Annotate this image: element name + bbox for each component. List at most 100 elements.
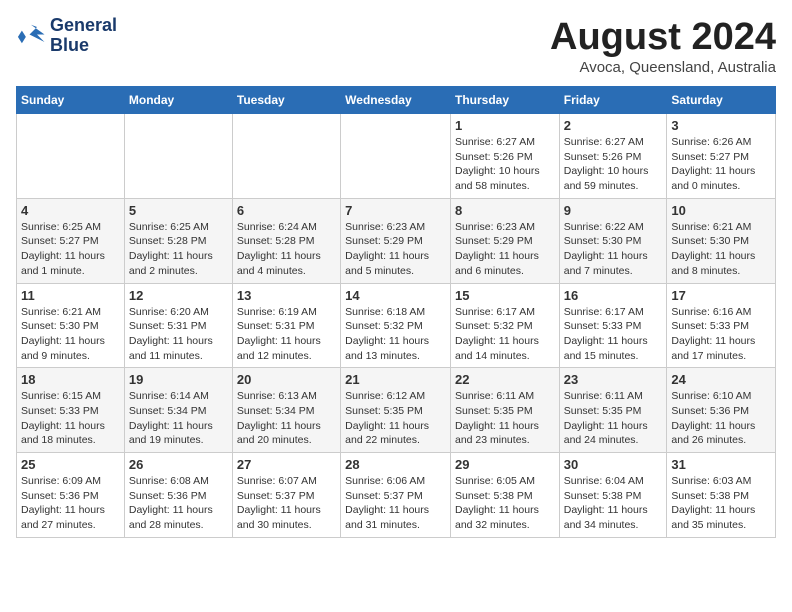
cell-info: Daylight: 11 hours and 6 minutes. (455, 249, 555, 278)
cell-info: Sunrise: 6:14 AM (129, 389, 228, 404)
cell-info: Daylight: 11 hours and 11 minutes. (129, 334, 228, 363)
cell-info: Sunset: 5:37 PM (237, 489, 336, 504)
day-number: 12 (129, 288, 228, 303)
cell-info: Daylight: 10 hours and 59 minutes. (564, 164, 663, 193)
cell-info: Daylight: 11 hours and 0 minutes. (671, 164, 771, 193)
calendar-cell: 25Sunrise: 6:09 AMSunset: 5:36 PMDayligh… (17, 453, 125, 538)
cell-info: Sunset: 5:33 PM (671, 319, 771, 334)
calendar-cell: 5Sunrise: 6:25 AMSunset: 5:28 PMDaylight… (124, 198, 232, 283)
cell-info: Sunset: 5:28 PM (237, 234, 336, 249)
cell-info: Sunrise: 6:25 AM (21, 220, 120, 235)
day-number: 9 (564, 203, 663, 218)
week-row-1: 1Sunrise: 6:27 AMSunset: 5:26 PMDaylight… (17, 114, 776, 199)
calendar-cell (232, 114, 340, 199)
cell-info: Sunrise: 6:26 AM (671, 135, 771, 150)
day-number: 20 (237, 372, 336, 387)
logo: ⬧ General Blue (16, 16, 117, 56)
cell-info: Daylight: 11 hours and 14 minutes. (455, 334, 555, 363)
cell-info: Daylight: 11 hours and 5 minutes. (345, 249, 446, 278)
cell-info: Sunset: 5:32 PM (455, 319, 555, 334)
cell-info: Sunrise: 6:05 AM (455, 474, 555, 489)
cell-info: Sunrise: 6:21 AM (21, 305, 120, 320)
cell-info: Daylight: 11 hours and 17 minutes. (671, 334, 771, 363)
weekday-header-row: SundayMondayTuesdayWednesdayThursdayFrid… (17, 87, 776, 114)
cell-info: Daylight: 11 hours and 28 minutes. (129, 503, 228, 532)
cell-info: Sunset: 5:30 PM (21, 319, 120, 334)
calendar-cell (341, 114, 451, 199)
logo-line2: Blue (50, 36, 117, 56)
day-number: 3 (671, 118, 771, 133)
cell-info: Daylight: 11 hours and 32 minutes. (455, 503, 555, 532)
day-number: 15 (455, 288, 555, 303)
day-number: 19 (129, 372, 228, 387)
cell-info: Sunrise: 6:11 AM (564, 389, 663, 404)
cell-info: Sunset: 5:27 PM (21, 234, 120, 249)
calendar-cell: 16Sunrise: 6:17 AMSunset: 5:33 PMDayligh… (559, 283, 667, 368)
cell-info: Sunset: 5:27 PM (671, 150, 771, 165)
calendar-cell: 19Sunrise: 6:14 AMSunset: 5:34 PMDayligh… (124, 368, 232, 453)
calendar-cell (17, 114, 125, 199)
calendar-cell: 2Sunrise: 6:27 AMSunset: 5:26 PMDaylight… (559, 114, 667, 199)
calendar-cell: 3 Sunrise: 6:26 AMSunset: 5:27 PMDaylight… (667, 114, 776, 199)
day-number: 23 (564, 372, 663, 387)
cell-info: Daylight: 11 hours and 12 minutes. (237, 334, 336, 363)
calendar-cell: 28Sunrise: 6:06 AMSunset: 5:37 PMDayligh… (341, 453, 451, 538)
cell-info: Sunset: 5:36 PM (129, 489, 228, 504)
cell-info: Sunrise: 6:13 AM (237, 389, 336, 404)
cell-info: Sunrise: 6:27 AM (455, 135, 555, 150)
day-number: 7 (345, 203, 446, 218)
cell-info: Daylight: 11 hours and 24 minutes. (564, 419, 663, 448)
cell-info: Daylight: 11 hours and 34 minutes. (564, 503, 663, 532)
cell-info: Daylight: 11 hours and 26 minutes. (671, 419, 771, 448)
day-number: 25 (21, 457, 120, 472)
day-number: 27 (237, 457, 336, 472)
cell-info: Sunset: 5:33 PM (21, 404, 120, 419)
weekday-header-saturday: Saturday (667, 87, 776, 114)
calendar-cell: 23Sunrise: 6:11 AMSunset: 5:35 PMDayligh… (559, 368, 667, 453)
cell-info: Daylight: 11 hours and 20 minutes. (237, 419, 336, 448)
svg-text:⬧: ⬧ (18, 25, 27, 47)
calendar-cell: 31Sunrise: 6:03 AMSunset: 5:38 PMDayligh… (667, 453, 776, 538)
calendar-cell: 12Sunrise: 6:20 AMSunset: 5:31 PMDayligh… (124, 283, 232, 368)
cell-info: Sunset: 5:36 PM (671, 404, 771, 419)
cell-info: Sunrise: 6:17 AM (564, 305, 663, 320)
calendar-cell: 6Sunrise: 6:24 AMSunset: 5:28 PMDaylight… (232, 198, 340, 283)
day-number: 17 (671, 288, 771, 303)
day-number: 8 (455, 203, 555, 218)
day-number: 10 (671, 203, 771, 218)
day-number: 4 (21, 203, 120, 218)
cell-info: Sunset: 5:38 PM (455, 489, 555, 504)
cell-info: Daylight: 11 hours and 2 minutes. (129, 249, 228, 278)
day-number: 14 (345, 288, 446, 303)
day-number: 24 (671, 372, 771, 387)
cell-info: Sunrise: 6:23 AM (455, 220, 555, 235)
calendar-cell: 8Sunrise: 6:23 AMSunset: 5:29 PMDaylight… (450, 198, 559, 283)
title-block: August 2024 Avoca, Queensland, Australia (550, 16, 776, 76)
cell-info: Sunrise: 6:24 AM (237, 220, 336, 235)
weekday-header-wednesday: Wednesday (341, 87, 451, 114)
cell-info: Sunrise: 6:10 AM (671, 389, 771, 404)
cell-info: Sunset: 5:26 PM (455, 150, 555, 165)
calendar-cell: 17Sunrise: 6:16 AMSunset: 5:33 PMDayligh… (667, 283, 776, 368)
cell-info: Sunrise: 6:06 AM (345, 474, 446, 489)
day-number: 29 (455, 457, 555, 472)
weekday-header-tuesday: Tuesday (232, 87, 340, 114)
cell-info: Sunrise: 6:15 AM (21, 389, 120, 404)
calendar-cell: 15 Sunrise: 6:17 AMSunset: 5:32 PMDayligh… (450, 283, 559, 368)
cell-info: Daylight: 11 hours and 22 minutes. (345, 419, 446, 448)
calendar-cell: 4 Sunrise: 6:25 AMSunset: 5:27 PMDaylight… (17, 198, 125, 283)
cell-info: Sunset: 5:30 PM (671, 234, 771, 249)
day-number: 21 (345, 372, 446, 387)
cell-info: Sunrise: 6:22 AM (564, 220, 663, 235)
cell-info: Daylight: 11 hours and 1 minute. (21, 249, 120, 278)
weekday-header-thursday: Thursday (450, 87, 559, 114)
cell-info: Sunset: 5:29 PM (345, 234, 446, 249)
calendar-cell: 30Sunrise: 6:04 AMSunset: 5:38 PMDayligh… (559, 453, 667, 538)
cell-info: Sunrise: 6:17 AM (455, 305, 555, 320)
weekday-header-sunday: Sunday (17, 87, 125, 114)
location-subtitle: Avoca, Queensland, Australia (550, 59, 776, 76)
cell-info: Daylight: 11 hours and 8 minutes. (671, 249, 771, 278)
calendar-cell: 10Sunrise: 6:21 AMSunset: 5:30 PMDayligh… (667, 198, 776, 283)
cell-info: Sunset: 5:34 PM (237, 404, 336, 419)
weekday-header-friday: Friday (559, 87, 667, 114)
